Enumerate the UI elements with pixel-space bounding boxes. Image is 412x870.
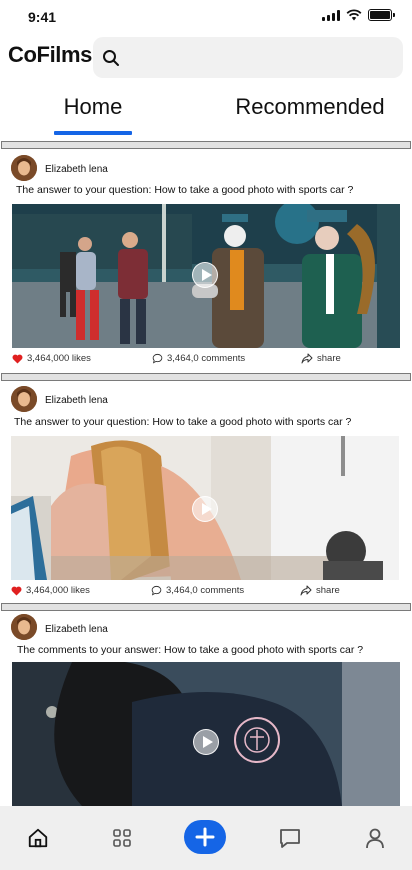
play-icon [202, 503, 212, 515]
play-icon [203, 736, 213, 748]
share-label: share [316, 585, 340, 596]
status-time: 9:41 [28, 9, 57, 25]
signal-icon [322, 9, 340, 21]
comment-button[interactable]: 3,464,0 comments [151, 585, 244, 596]
play-button[interactable] [192, 496, 218, 522]
share-button[interactable]: share [301, 353, 341, 364]
battery-icon [368, 9, 395, 21]
avatar[interactable] [11, 155, 37, 181]
post-divider [1, 603, 411, 611]
play-button[interactable] [192, 262, 218, 288]
comment-button[interactable]: 3,464,0 comments [152, 353, 245, 364]
post-video[interactable] [11, 436, 399, 580]
comment-count: 3,464,0 comments [167, 353, 246, 364]
comment-count: 3,464,0 comments [166, 585, 245, 596]
like-count: 3,464,000 likes [26, 585, 90, 596]
chat-icon [280, 829, 300, 848]
app-logo: CoFilms [8, 42, 92, 67]
share-icon [300, 585, 312, 596]
post-author[interactable]: Elizabeth lena [45, 164, 108, 175]
heart-icon [11, 586, 22, 596]
nav-home[interactable] [24, 824, 52, 852]
post-caption: The answer to your question: How to take… [14, 416, 352, 428]
post-video[interactable] [12, 204, 400, 348]
heart-icon [12, 354, 23, 364]
nav-messages[interactable] [276, 824, 304, 852]
search-box[interactable] [93, 37, 403, 78]
tab-recommended[interactable]: Recommended [232, 94, 388, 136]
comment-icon [151, 585, 162, 596]
post-divider [1, 373, 411, 381]
share-icon [301, 353, 313, 364]
add-icon [195, 827, 215, 847]
post-author[interactable]: Elizabeth lena [45, 395, 108, 406]
share-label: share [317, 353, 341, 364]
avatar[interactable] [11, 614, 37, 640]
post-author[interactable]: Elizabeth lena [45, 624, 108, 635]
bottom-nav [0, 806, 412, 870]
profile-icon [366, 828, 384, 849]
search-icon [103, 50, 119, 66]
post-divider [1, 141, 411, 149]
app-header: CoFilms [0, 36, 412, 80]
status-bar: 9:41 [0, 0, 412, 34]
post-actions: 3,464,000 likes 3,464,0 comments share [0, 353, 412, 367]
nav-profile[interactable] [361, 824, 389, 852]
grid-icon [113, 829, 131, 847]
home-icon [28, 828, 48, 848]
wifi-icon [346, 9, 362, 21]
play-button[interactable] [193, 729, 219, 755]
active-tab-indicator [54, 131, 132, 135]
post-caption: The answer to your question: How to take… [16, 184, 354, 196]
play-icon [202, 269, 212, 281]
tab-home[interactable]: Home [54, 94, 132, 136]
like-button[interactable]: 3,464,000 likes [12, 353, 91, 364]
post-caption: The comments to your answer: How to take… [17, 644, 364, 656]
add-post-button[interactable] [184, 820, 226, 854]
like-count: 3,464,000 likes [27, 353, 91, 364]
post-card: Elizabeth lena The comments to your answ… [0, 612, 412, 806]
nav-explore[interactable] [108, 824, 136, 852]
status-icons [322, 9, 395, 21]
like-button[interactable]: 3,464,000 likes [11, 585, 90, 596]
feed-tabs: Home Recommended [0, 94, 412, 136]
search-input[interactable] [129, 37, 391, 78]
avatar[interactable] [11, 386, 37, 412]
comment-icon [152, 353, 163, 364]
post-video[interactable] [12, 662, 400, 806]
share-button[interactable]: share [300, 585, 340, 596]
post-actions: 3,464,000 likes 3,464,0 comments share [0, 585, 412, 599]
post-card: Elizabeth lena The answer to your questi… [0, 150, 412, 372]
post-card: Elizabeth lena The answer to your questi… [0, 382, 412, 602]
